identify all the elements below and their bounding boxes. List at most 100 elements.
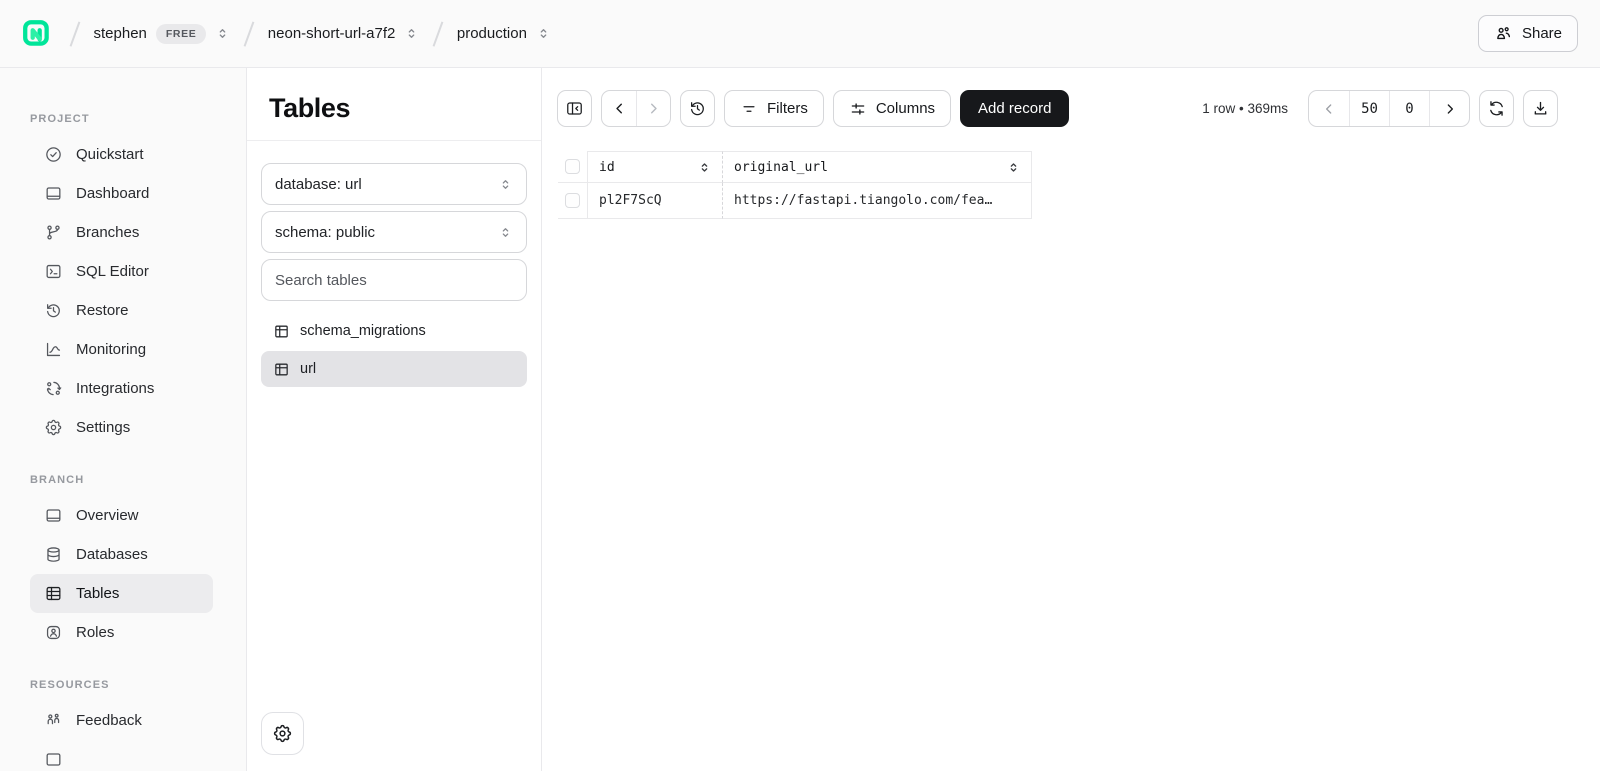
breadcrumb-org[interactable]: stephen FREE — [94, 24, 231, 44]
query-history-button[interactable] — [680, 90, 715, 127]
table-mini-icon — [273, 323, 290, 340]
sort-updown-icon[interactable] — [698, 161, 711, 174]
sidebar-item-integrations[interactable]: Integrations — [30, 369, 213, 408]
people-icon — [44, 711, 63, 730]
breadcrumb-divider — [244, 21, 254, 46]
sidebar: PROJECT Quickstart Dashboard Branches SQ… — [0, 68, 247, 771]
breadcrumb-branch[interactable]: production — [457, 25, 551, 42]
row-checkbox[interactable] — [565, 193, 580, 208]
plan-badge: FREE — [156, 24, 206, 44]
sidebar-item-tables[interactable]: Tables — [30, 574, 213, 613]
columns-label: Columns — [876, 100, 935, 117]
add-record-label: Add record — [978, 100, 1051, 117]
page-title: Tables — [269, 93, 519, 123]
sidebar-item-restore[interactable]: Restore — [30, 291, 213, 330]
breadcrumb-project[interactable]: neon-short-url-a7f2 — [268, 25, 420, 42]
collapse-panel-button[interactable] — [557, 90, 592, 127]
chevron-updown-icon[interactable] — [215, 26, 230, 41]
column-header-original-url[interactable]: original_url — [723, 151, 1032, 183]
cell-id[interactable]: pl2F7ScQ — [588, 183, 723, 219]
gear-icon — [44, 418, 63, 437]
sidebar-item-branches[interactable]: Branches — [30, 213, 213, 252]
add-record-button[interactable]: Add record — [960, 90, 1069, 127]
table-header-row: id original_url — [558, 151, 1032, 183]
refresh-button[interactable] — [1479, 90, 1514, 127]
sidebar-item-sql-editor[interactable]: SQL Editor — [30, 252, 213, 291]
cell-original-url[interactable]: https://fastapi.tiangolo.com/fea… — [723, 183, 1032, 219]
sidebar-item-partial[interactable] — [30, 740, 213, 771]
pagination-control: 50 0 — [1308, 90, 1470, 127]
columns-button[interactable]: Columns — [833, 90, 951, 127]
sidebar-item-roles[interactable]: Roles — [30, 613, 213, 652]
share-label: Share — [1522, 25, 1562, 42]
sidebar-item-monitoring[interactable]: Monitoring — [30, 330, 213, 369]
cell-value: https://fastapi.tiangolo.com/fea… — [734, 193, 992, 208]
sidebar-item-dashboard[interactable]: Dashboard — [30, 174, 213, 213]
sidebar-item-label: Tables — [76, 585, 119, 602]
sort-updown-icon[interactable] — [1007, 161, 1020, 174]
panel-collapse-icon — [565, 99, 584, 118]
schema-select[interactable]: schema: public — [261, 211, 527, 253]
panel-settings-button[interactable] — [261, 712, 304, 755]
chevron-updown-icon[interactable] — [536, 26, 551, 41]
database-icon — [44, 545, 63, 564]
tables-panel: Tables database: url schema: public — [247, 68, 542, 771]
page-size-value[interactable]: 50 — [1349, 91, 1389, 126]
refresh-icon — [1487, 99, 1506, 118]
chevron-left-icon — [611, 100, 628, 117]
table-list: schema_migrations url — [261, 313, 527, 387]
history-icon — [688, 99, 707, 118]
main-content: Filters Columns Add record 1 row • 369ms — [542, 68, 1600, 771]
column-label: original_url — [734, 160, 828, 175]
page-offset-value[interactable]: 0 — [1389, 91, 1429, 126]
filters-label: Filters — [767, 100, 808, 117]
sidebar-item-label: Integrations — [76, 380, 154, 397]
sidebar-item-label: Dashboard — [76, 185, 149, 202]
table-icon — [44, 584, 63, 603]
filters-button[interactable]: Filters — [724, 90, 824, 127]
table-list-item-schema-migrations[interactable]: schema_migrations — [261, 313, 527, 349]
history-icon — [44, 301, 63, 320]
sidebar-item-label: Monitoring — [76, 341, 146, 358]
sidebar-item-label: SQL Editor — [76, 263, 149, 280]
search-tables-input[interactable] — [261, 259, 527, 301]
neon-logo-icon[interactable] — [22, 19, 52, 49]
table-mini-icon — [273, 361, 290, 378]
download-button[interactable] — [1523, 90, 1558, 127]
chart-line-icon — [44, 340, 63, 359]
top-bar: stephen FREE neon-short-url-a7f2 product… — [0, 0, 1600, 68]
column-label: id — [599, 160, 615, 175]
sidebar-item-label: Restore — [76, 302, 129, 319]
sidebar-item-databases[interactable]: Databases — [30, 535, 213, 574]
forward-button[interactable] — [636, 91, 670, 126]
page-next-button[interactable] — [1429, 91, 1469, 126]
window-icon — [44, 506, 63, 525]
breadcrumb-divider — [70, 21, 80, 46]
select-all-checkbox[interactable] — [565, 159, 580, 174]
chevron-updown-icon — [498, 177, 513, 192]
sidebar-item-feedback[interactable]: Feedback — [30, 701, 213, 740]
branch-name: production — [457, 25, 527, 42]
chevron-right-icon — [645, 100, 662, 117]
org-name: stephen — [94, 25, 147, 42]
sidebar-item-quickstart[interactable]: Quickstart — [30, 135, 213, 174]
database-select[interactable]: database: url — [261, 163, 527, 205]
column-header-id[interactable]: id — [588, 151, 723, 183]
sidebar-item-label: Databases — [76, 546, 148, 563]
download-icon — [1531, 99, 1550, 118]
sidebar-item-label: Settings — [76, 419, 130, 436]
result-status: 1 row • 369ms — [1202, 101, 1288, 116]
share-people-icon — [1494, 24, 1513, 43]
records-table: id original_url — [558, 151, 1032, 219]
chevron-updown-icon[interactable] — [404, 26, 419, 41]
sidebar-item-settings[interactable]: Settings — [30, 408, 213, 447]
back-button[interactable] — [602, 91, 636, 126]
sidebar-item-overview[interactable]: Overview — [30, 496, 213, 535]
page-prev-button[interactable] — [1309, 91, 1349, 126]
window-icon — [44, 184, 63, 203]
breadcrumb-divider — [433, 21, 443, 46]
table-list-item-url[interactable]: url — [261, 351, 527, 387]
share-button[interactable]: Share — [1478, 15, 1578, 52]
table-row[interactable]: pl2F7ScQ https://fastapi.tiangolo.com/fe… — [558, 183, 1032, 219]
window-icon — [44, 750, 63, 769]
